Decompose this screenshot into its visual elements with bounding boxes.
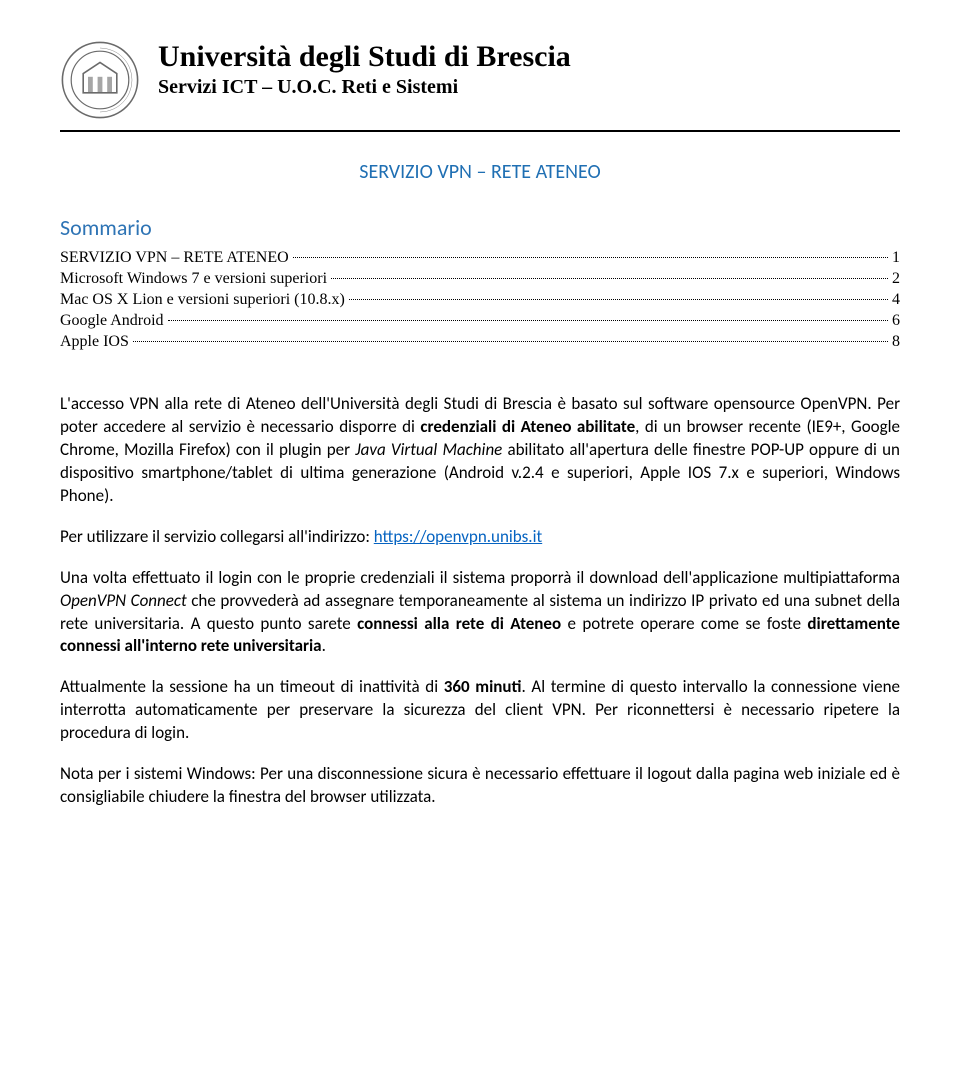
institution-title: Università degli Studi di Brescia [158,40,571,74]
paragraph-download: Una volta effettuato il login con le pro… [60,567,900,659]
table-of-contents: Sommario SERVIZIO VPN – RETE ATENEO 1 Mi… [60,214,900,351]
toc-page-number: 6 [892,312,900,330]
toc-label: Apple IOS [60,333,129,351]
header-titles: Università degli Studi di Brescia Serviz… [158,40,571,99]
toc-leader-dots [331,278,888,279]
university-seal-icon [60,40,140,120]
paragraph-intro: L'accesso VPN alla rete di Ateneo dell'U… [60,393,900,508]
toc-leader-dots [133,341,888,342]
toc-entry[interactable]: Mac OS X Lion e versioni superiori (10.8… [60,291,900,309]
toc-page-number: 4 [892,291,900,309]
emphasis-timeout: 360 minuti [444,676,522,697]
toc-page-number: 8 [892,333,900,351]
emphasis-credentials: credenziali di Ateneo abilitate [420,416,635,437]
document-header: Università degli Studi di Brescia Serviz… [60,40,900,132]
toc-label: Google Android [60,312,164,330]
document-title: SERVIZIO VPN – RETE ATENEO [60,160,900,184]
department-subtitle: Servizi ICT – U.O.C. Reti e Sistemi [158,76,571,99]
toc-label: SERVIZIO VPN – RETE ATENEO [60,249,289,267]
document-body: L'accesso VPN alla rete di Ateneo dell'U… [60,393,900,809]
toc-heading: Sommario [60,214,900,241]
toc-entry[interactable]: Apple IOS 8 [60,333,900,351]
emphasis-openvpn-connect: OpenVPN Connect [60,590,187,611]
toc-leader-dots [168,320,888,321]
toc-entry[interactable]: Microsoft Windows 7 e versioni superiori… [60,270,900,288]
toc-leader-dots [349,299,888,300]
toc-page-number: 2 [892,270,900,288]
paragraph-timeout: Attualmente la sessione ha un timeout di… [60,676,900,745]
openvpn-url-link[interactable]: https://openvpn.unibs.it [374,526,542,547]
emphasis-jvm: Java Virtual Machine [355,439,502,460]
toc-page-number: 1 [892,249,900,267]
toc-label: Microsoft Windows 7 e versioni superiori [60,270,327,288]
toc-label: Mac OS X Lion e versioni superiori (10.8… [60,291,345,309]
toc-entry[interactable]: Google Android 6 [60,312,900,330]
emphasis-connected: connessi alla rete di Ateneo [357,613,561,634]
paragraph-windows-note: Nota per i sistemi Windows: Per una disc… [60,763,900,809]
paragraph-link: Per utilizzare il servizio collegarsi al… [60,526,900,549]
toc-leader-dots [293,257,888,258]
toc-entry[interactable]: SERVIZIO VPN – RETE ATENEO 1 [60,249,900,267]
